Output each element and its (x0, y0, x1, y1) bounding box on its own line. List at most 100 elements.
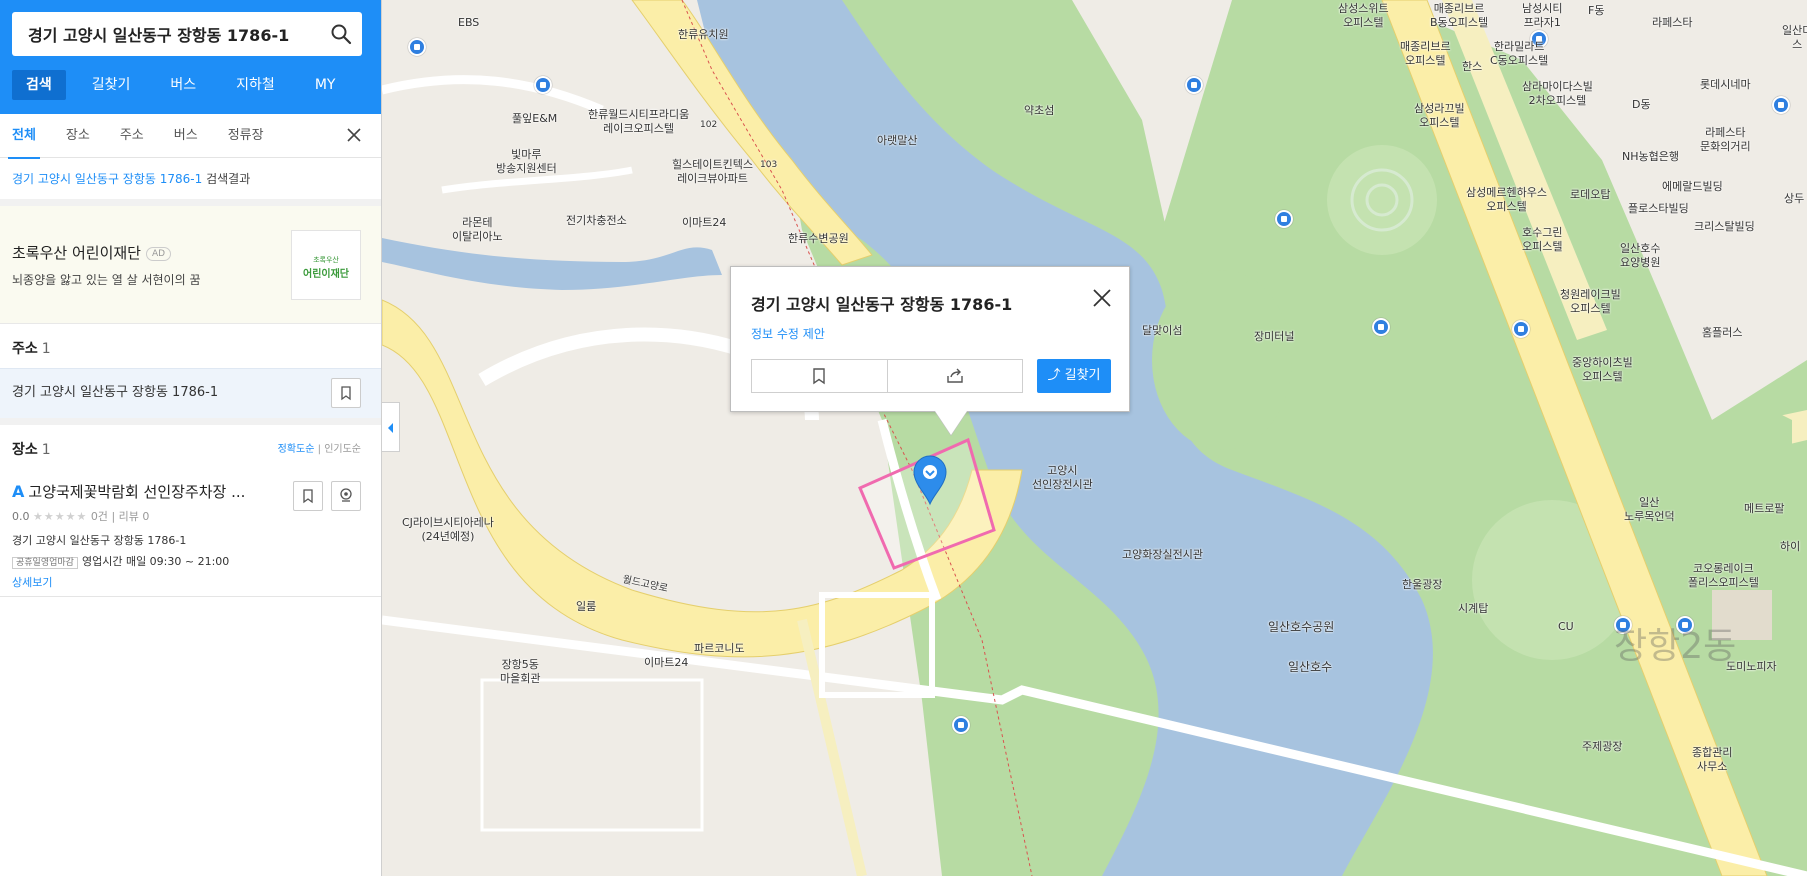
bus-stop-icon[interactable] (1185, 76, 1203, 94)
bus-stop-icon[interactable] (1512, 320, 1530, 338)
sort-accuracy[interactable]: 정확도순 (278, 444, 315, 455)
map-label[interactable]: 플로스타빌딩 (1628, 202, 1689, 216)
close-icon[interactable] (1091, 287, 1113, 309)
tab-search[interactable]: 검색 (12, 70, 66, 100)
map-label[interactable]: 일산호수 (1288, 660, 1332, 674)
map-label[interactable]: 종합관리 사무소 (1692, 746, 1732, 774)
rating-count[interactable]: 0건 (91, 510, 108, 523)
map-label[interactable]: 고양시 선인장전시관 (1032, 464, 1093, 492)
close-icon[interactable] (345, 126, 363, 144)
map-label[interactable]: 힐스테이트킨텍스 레이크뷰아파트 (672, 158, 753, 186)
bus-stop-icon[interactable] (1372, 318, 1390, 336)
map-label[interactable]: 삼성스위트 오피스텔 (1338, 2, 1389, 30)
map-label[interactable]: 주제광장 (1582, 740, 1622, 754)
tab-directions[interactable]: 길찾기 (78, 70, 145, 100)
location-pin-icon[interactable] (912, 454, 948, 506)
map-label[interactable]: 한류월드시티프라디움 레이크오피스텔 (588, 108, 689, 136)
map-label[interactable]: 풀잎E&M (512, 112, 557, 126)
map-label[interactable]: 일산 노루목언덕 (1624, 496, 1675, 524)
map-label[interactable]: 고양화장실전시관 (1122, 548, 1203, 562)
map-label[interactable]: F동 (1588, 4, 1604, 18)
sidebar-collapse-handle[interactable] (382, 402, 400, 452)
map-label[interactable]: EBS (458, 16, 479, 30)
directions-button[interactable]: ⤴ 길찾기 (1037, 359, 1111, 393)
tab-bus[interactable]: 버스 (156, 70, 210, 100)
tab-subway[interactable]: 지하철 (222, 70, 289, 100)
map-canvas[interactable]: EBS 한류유치원 풀잎E&M 빛마루 방송지원센터 한류월드시티프라디움 레이… (382, 0, 1807, 876)
map-label[interactable]: 장미터널 (1254, 330, 1294, 344)
filter-address[interactable]: 주소 (120, 114, 144, 158)
map-label[interactable]: 삼라마이다스빌 2차오피스텔 (1522, 80, 1593, 108)
map-label[interactable]: 상두 (1784, 192, 1804, 206)
search-input[interactable] (28, 12, 318, 56)
map-label[interactable]: 로데오탑 (1570, 188, 1610, 202)
map-label[interactable]: 장항5동 마을회관 (500, 658, 540, 686)
map-label[interactable]: 홈플러스 (1702, 326, 1742, 340)
map-label[interactable]: 달맞이섬 (1142, 324, 1182, 338)
map-label[interactable]: 아랫말산 (877, 134, 917, 148)
popup-share-button[interactable] (886, 360, 1023, 392)
map-label[interactable]: 에메랄드빌딩 (1662, 180, 1723, 194)
map-label[interactable]: CJ라이브시티아레나 (24년예정) (402, 516, 494, 544)
map-label[interactable]: 호수그린 오피스텔 (1522, 226, 1562, 254)
bus-stop-icon[interactable] (1772, 96, 1790, 114)
map-label[interactable]: 한라밀라트 C동오피스텔 (1490, 40, 1548, 68)
filter-bus[interactable]: 버스 (174, 114, 198, 158)
map-label[interactable]: 라페스타 문화의거리 (1700, 126, 1751, 154)
map-label[interactable]: 롯데시네마 (1700, 78, 1751, 92)
map-label[interactable]: 일룸 (576, 600, 596, 614)
suggest-edit-link[interactable]: 정보 수정 제안 (751, 325, 825, 342)
details-link[interactable]: 상세보기 (12, 574, 369, 590)
bus-stop-icon[interactable] (952, 716, 970, 734)
bus-stop-icon[interactable] (1275, 210, 1293, 228)
map-label[interactable]: 도미노피자 (1726, 660, 1777, 674)
map-label[interactable]: 메트로팔 (1744, 502, 1784, 516)
map-label[interactable]: 한스 (1462, 60, 1482, 74)
map-label[interactable]: 라몬테 이탈리아노 (452, 216, 503, 244)
bus-stop-icon[interactable] (408, 38, 426, 56)
map-label[interactable]: 시계탑 (1458, 602, 1488, 616)
map-label[interactable]: 한류수변공원 (788, 232, 849, 246)
map-label[interactable]: 일산호수 요양병원 (1620, 242, 1660, 270)
map-label[interactable]: 코오롱레이크 폴리스오피스텔 (1688, 562, 1759, 590)
place-location-button[interactable] (331, 481, 361, 511)
bus-stop-icon[interactable] (534, 76, 552, 94)
map-label[interactable]: 라페스타 (1652, 16, 1692, 30)
map-label[interactable]: 일산호수공원 (1268, 620, 1334, 634)
search-icon[interactable] (330, 23, 352, 45)
map-label[interactable]: CU (1558, 620, 1574, 634)
review-count[interactable]: 리뷰 0 (119, 510, 150, 523)
tab-my[interactable]: MY (301, 70, 350, 100)
map-label[interactable]: 빛마루 방송지원센터 (496, 148, 557, 176)
map-label[interactable]: 약초섬 (1024, 104, 1054, 118)
map-label[interactable]: D동 (1632, 98, 1651, 112)
map-label[interactable]: 일산미 스 (1782, 24, 1807, 52)
popup-bookmark-button[interactable] (752, 360, 887, 392)
map-label[interactable]: 매종리브르 오피스텔 (1400, 40, 1451, 68)
map-label[interactable]: 파르코니도 (694, 642, 745, 656)
map-label[interactable]: 하이 (1780, 540, 1800, 554)
map-label[interactable]: 삼성라끄빌 오피스텔 (1414, 102, 1465, 130)
place-result-item[interactable]: A 고양국제꽃박람회 선인장주차장 ... 0.0 ★★★★★ 0건 | 리뷰 0… (0, 469, 381, 597)
map-label[interactable]: 청원레이크빌 오피스텔 (1560, 288, 1621, 316)
filter-stop[interactable]: 정류장 (228, 114, 264, 158)
sort-popular[interactable]: 인기도순 (324, 444, 361, 455)
filter-all[interactable]: 전체 (8, 114, 40, 159)
map-label[interactable]: 중앙하이츠빌 오피스텔 (1572, 356, 1633, 384)
place-name[interactable]: 고양국제꽃박람회 선인장주차장 ... (28, 483, 245, 501)
ad-logo[interactable]: 초록우산 어린이재단 (291, 230, 361, 300)
map-label[interactable]: NH농협은행 (1622, 150, 1679, 164)
map-label[interactable]: 삼성메르헨하우스 오피스텔 (1466, 186, 1547, 214)
map-label[interactable]: 매종리브르 B동오피스텔 (1430, 2, 1488, 30)
address-result-text[interactable]: 경기 고양시 일산동구 장항동 1786-1 (12, 385, 218, 400)
map-label[interactable]: 남성시티 프라자1 (1522, 2, 1562, 30)
map-label[interactable]: 이마트24 (682, 216, 726, 230)
filter-place[interactable]: 장소 (66, 114, 90, 158)
ad-title[interactable]: 초록우산 어린이재단 (12, 242, 141, 263)
bookmark-button[interactable] (331, 378, 361, 408)
map-label[interactable]: 크리스탈빌딩 (1694, 220, 1755, 234)
map-label[interactable]: 한울광장 (1402, 578, 1442, 592)
place-bookmark-button[interactable] (293, 481, 323, 511)
map-label[interactable]: 이마트24 (644, 656, 688, 670)
map-label[interactable]: 전기차충전소 (566, 214, 627, 228)
